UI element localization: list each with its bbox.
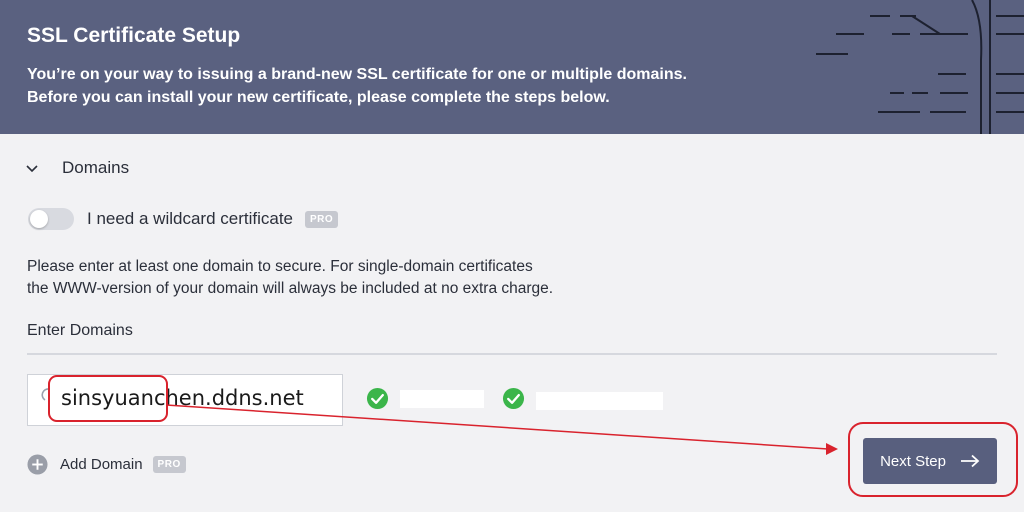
add-domain-label: Add Domain	[60, 455, 143, 473]
pro-badge: PRO	[305, 210, 339, 228]
check-circle-icon	[366, 387, 389, 410]
check-circle-icon	[502, 387, 525, 410]
help-text-line-1: Please enter at least one domain to secu…	[27, 258, 533, 275]
arrow-right-icon	[960, 454, 980, 468]
pro-badge: PRO	[152, 455, 186, 473]
header-description: You’re on your way to issuing a brand-ne…	[27, 63, 787, 109]
header-description-line-1: You’re on your way to issuing a brand-ne…	[27, 66, 687, 83]
wildcard-row: I need a wildcard certificate PRO	[28, 205, 339, 233]
next-step-label: Next Step	[880, 452, 946, 470]
wildcard-label: I need a wildcard certificate	[87, 209, 293, 228]
redacted-field	[536, 392, 663, 410]
page-title: SSL Certificate Setup	[27, 24, 241, 47]
domain-input[interactable]: sinsyuanchen.ddns.net	[27, 374, 343, 426]
header-description-line-2: Before you can install your new certific…	[27, 89, 610, 106]
next-step-button[interactable]: Next Step	[863, 438, 997, 484]
domains-section-toggle[interactable]: Domains	[24, 156, 129, 180]
redacted-field	[400, 390, 484, 408]
divider	[27, 353, 997, 355]
add-domain-button[interactable]: Add Domain PRO	[27, 453, 186, 475]
help-text-line-2: the WWW-version of your domain will alwa…	[27, 280, 554, 297]
plus-circle-icon	[27, 453, 48, 475]
header-decoration	[816, 0, 1024, 134]
enter-domains-label: Enter Domains	[27, 322, 133, 339]
help-text: Please enter at least one domain to secu…	[27, 256, 647, 300]
toggle-knob	[30, 210, 48, 228]
chevron-down-icon	[26, 165, 38, 173]
spinner-icon	[41, 388, 50, 401]
page-header: SSL Certificate Setup You’re on your way…	[0, 0, 1024, 134]
wildcard-toggle[interactable]	[28, 208, 74, 230]
section-title: Domains	[62, 158, 130, 177]
annotation-arrowhead	[826, 443, 838, 455]
